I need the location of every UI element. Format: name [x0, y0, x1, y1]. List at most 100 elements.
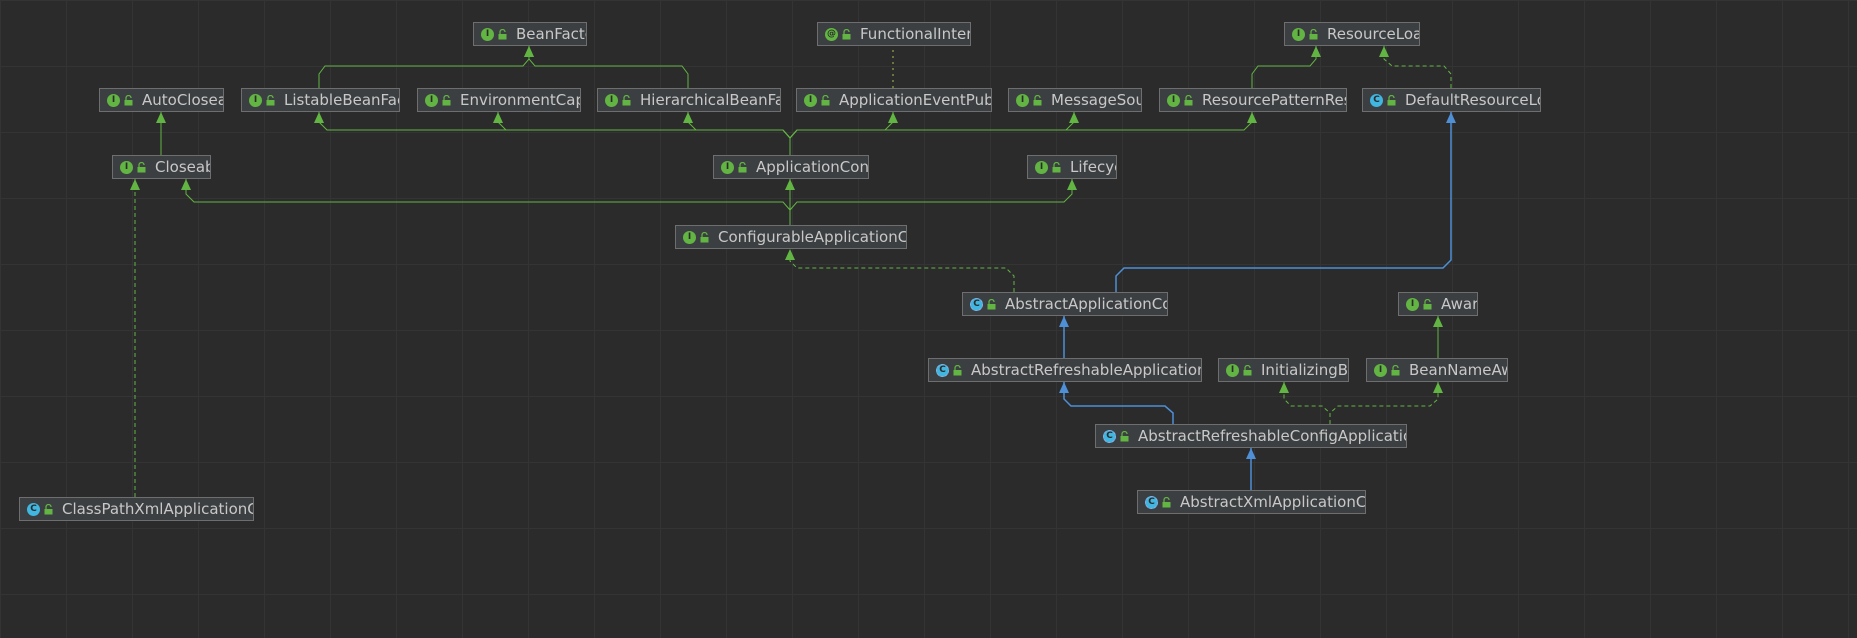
class-node-ApplicationEventPublisher[interactable]: I ApplicationEventPublisher: [796, 88, 992, 112]
edge-ApplicationContext-to-ListableBeanFactory: [314, 112, 791, 155]
interface-icon: I: [1226, 363, 1239, 377]
public-lock-icon: [1162, 496, 1171, 507]
public-lock-icon: [266, 94, 275, 105]
edge-line: [1251, 46, 1317, 88]
edge-ClassPathXmlApplicationContext-to-Closeable: [130, 179, 140, 497]
public-lock-icon: [124, 94, 133, 105]
public-lock-icon: [700, 231, 709, 242]
edge-arrowhead: [1446, 112, 1456, 123]
class-node-BeanFactory[interactable]: I BeanFactory: [473, 22, 587, 46]
class-node-AutoCloseable[interactable]: I AutoCloseable: [99, 88, 224, 112]
interface-icon: I: [1374, 363, 1387, 377]
public-lock-icon: [1387, 94, 1396, 105]
class-node-AbstractXmlApplicationContext[interactable]: C AbstractXmlApplicationContext: [1137, 490, 1366, 514]
class-node-FunctionalInterface[interactable]: @ FunctionalInterface: [817, 22, 971, 46]
edge-arrowhead: [683, 112, 693, 123]
edge-arrowhead: [785, 179, 795, 190]
public-lock-icon: [137, 161, 146, 172]
edge-arrowhead: [1279, 382, 1289, 393]
edge-ApplicationContext-to-EnvironmentCapable: [493, 112, 791, 155]
class-node-label: BeanFactory: [516, 25, 586, 43]
edge-ApplicationContext-to-HierarchicalBeanFactory: [683, 112, 791, 155]
interface-icon: I: [107, 93, 120, 107]
class-node-ConfigurableApplicationContext[interactable]: I ConfigurableApplicationContex: [675, 225, 907, 249]
public-lock-icon: [1243, 364, 1252, 375]
interface-icon: I: [481, 27, 494, 41]
class-node-label: AutoCloseable: [142, 91, 223, 109]
public-lock-icon: [1120, 430, 1129, 441]
edge-DefaultResourceLoader-to-ResourceLoader: [1379, 46, 1452, 88]
class-node-Aware[interactable]: I Aware: [1398, 292, 1478, 316]
uml-class-diagram: I BeanFactory @ FunctionalInterface I Resourc…: [0, 0, 1857, 638]
edge-ApplicationContext-to-MessageSource: [789, 112, 1079, 155]
edge-arrowhead: [1379, 46, 1389, 57]
class-node-ResourcePatternResolver[interactable]: I ResourcePatternResolve: [1159, 88, 1347, 112]
class-node-AbstractRefreshableConfigApplicationContext[interactable]: C AbstractRefreshableConfigApplicationCon…: [1095, 424, 1407, 448]
edge-ApplicationContext-to-ResourcePatternResolver: [789, 112, 1257, 155]
class-node-InitializingBean[interactable]: I InitializingBean: [1218, 358, 1349, 382]
interface-icon: I: [804, 93, 817, 107]
public-lock-icon: [738, 161, 747, 172]
edge-arrowhead: [1059, 316, 1069, 327]
interface-icon: I: [1016, 93, 1029, 107]
annotation-icon: @: [825, 27, 838, 41]
interface-icon: I: [1406, 297, 1419, 311]
edge-line: [497, 112, 791, 155]
edge-arrowhead: [493, 112, 503, 123]
class-node-EnvironmentCapable[interactable]: I EnvironmentCapable: [417, 88, 581, 112]
edge-AbstractApplicationContext-to-DefaultResourceLoader: [1115, 112, 1456, 292]
class-node-label: HierarchicalBeanFactory: [640, 91, 780, 109]
edge-AbstractApplicationContext-to-ConfigurableApplicationContext: [785, 249, 1015, 292]
public-lock-icon: [442, 94, 451, 105]
class-icon: C: [27, 502, 40, 516]
class-node-MessageSource[interactable]: I MessageSource: [1008, 88, 1142, 112]
public-lock-icon: [953, 364, 962, 375]
edge-arrowhead: [1433, 316, 1443, 327]
class-node-ListableBeanFactory[interactable]: I ListableBeanFactory: [241, 88, 400, 112]
public-lock-icon: [987, 298, 996, 309]
edge-ConfigurableApplicationContext-to-Closeable: [181, 179, 791, 225]
class-node-label: Aware: [1441, 295, 1478, 313]
class-node-label: AbstractXmlApplicationContext: [1180, 493, 1366, 511]
class-node-ResourceLoader[interactable]: I ResourceLoader: [1284, 22, 1420, 46]
interface-icon: I: [249, 93, 262, 107]
class-node-HierarchicalBeanFactory[interactable]: I HierarchicalBeanFactory: [597, 88, 781, 112]
edge-arrowhead: [1059, 382, 1069, 393]
class-node-AbstractRefreshableApplicationContext[interactable]: C AbstractRefreshableApplicationContex: [928, 358, 1202, 382]
edge-BeanNameAware-to-Aware: [1433, 316, 1443, 358]
class-node-AbstractApplicationContext[interactable]: C AbstractApplicationContext: [962, 292, 1168, 316]
edge-line: [318, 112, 791, 155]
interface-icon: I: [1167, 93, 1180, 107]
class-node-label: DefaultResourceLoader: [1405, 91, 1540, 109]
public-lock-icon: [1052, 161, 1061, 172]
edge-line: [1283, 382, 1331, 424]
abstract-class-icon: C: [936, 363, 949, 377]
interface-icon: I: [1035, 160, 1048, 174]
edge-line: [1329, 382, 1439, 424]
class-node-ApplicationContext[interactable]: I ApplicationContext: [713, 155, 869, 179]
edge-arrowhead: [1311, 46, 1321, 57]
edge-AbstractXmlApplicationContext-to-AbstractRefreshableConfigApplicationContext: [1246, 448, 1256, 490]
edge-arrowhead: [130, 179, 140, 190]
class-node-DefaultResourceLoader[interactable]: C DefaultResourceLoader: [1362, 88, 1541, 112]
edge-line: [185, 179, 791, 225]
edge-ResourcePatternResolver-to-ResourceLoader: [1251, 46, 1321, 88]
edge-arrowhead: [1067, 179, 1077, 190]
class-node-label: InitializingBean: [1261, 361, 1349, 379]
edge-line: [789, 249, 1015, 292]
class-node-label: Lifecycle: [1070, 158, 1116, 176]
class-node-label: BeanNameAware: [1409, 361, 1507, 379]
class-node-label: ResourceLoader: [1327, 25, 1419, 43]
edge-arrowhead: [888, 112, 898, 123]
class-node-label: ApplicationEventPublisher: [839, 91, 991, 109]
public-lock-icon: [842, 28, 851, 39]
class-node-BeanNameAware[interactable]: I BeanNameAware: [1366, 358, 1508, 382]
class-node-Closeable[interactable]: I Closeable: [112, 155, 211, 179]
public-lock-icon: [498, 28, 507, 39]
public-lock-icon: [1423, 298, 1432, 309]
class-node-ClassPathXmlApplicationContext[interactable]: C ClassPathXmlApplicationContext: [19, 497, 254, 521]
class-node-label: ApplicationContext: [756, 158, 869, 176]
class-node-label: EnvironmentCapable: [460, 91, 580, 109]
edge-line: [687, 112, 791, 155]
class-node-Lifecycle[interactable]: I Lifecycle: [1027, 155, 1117, 179]
